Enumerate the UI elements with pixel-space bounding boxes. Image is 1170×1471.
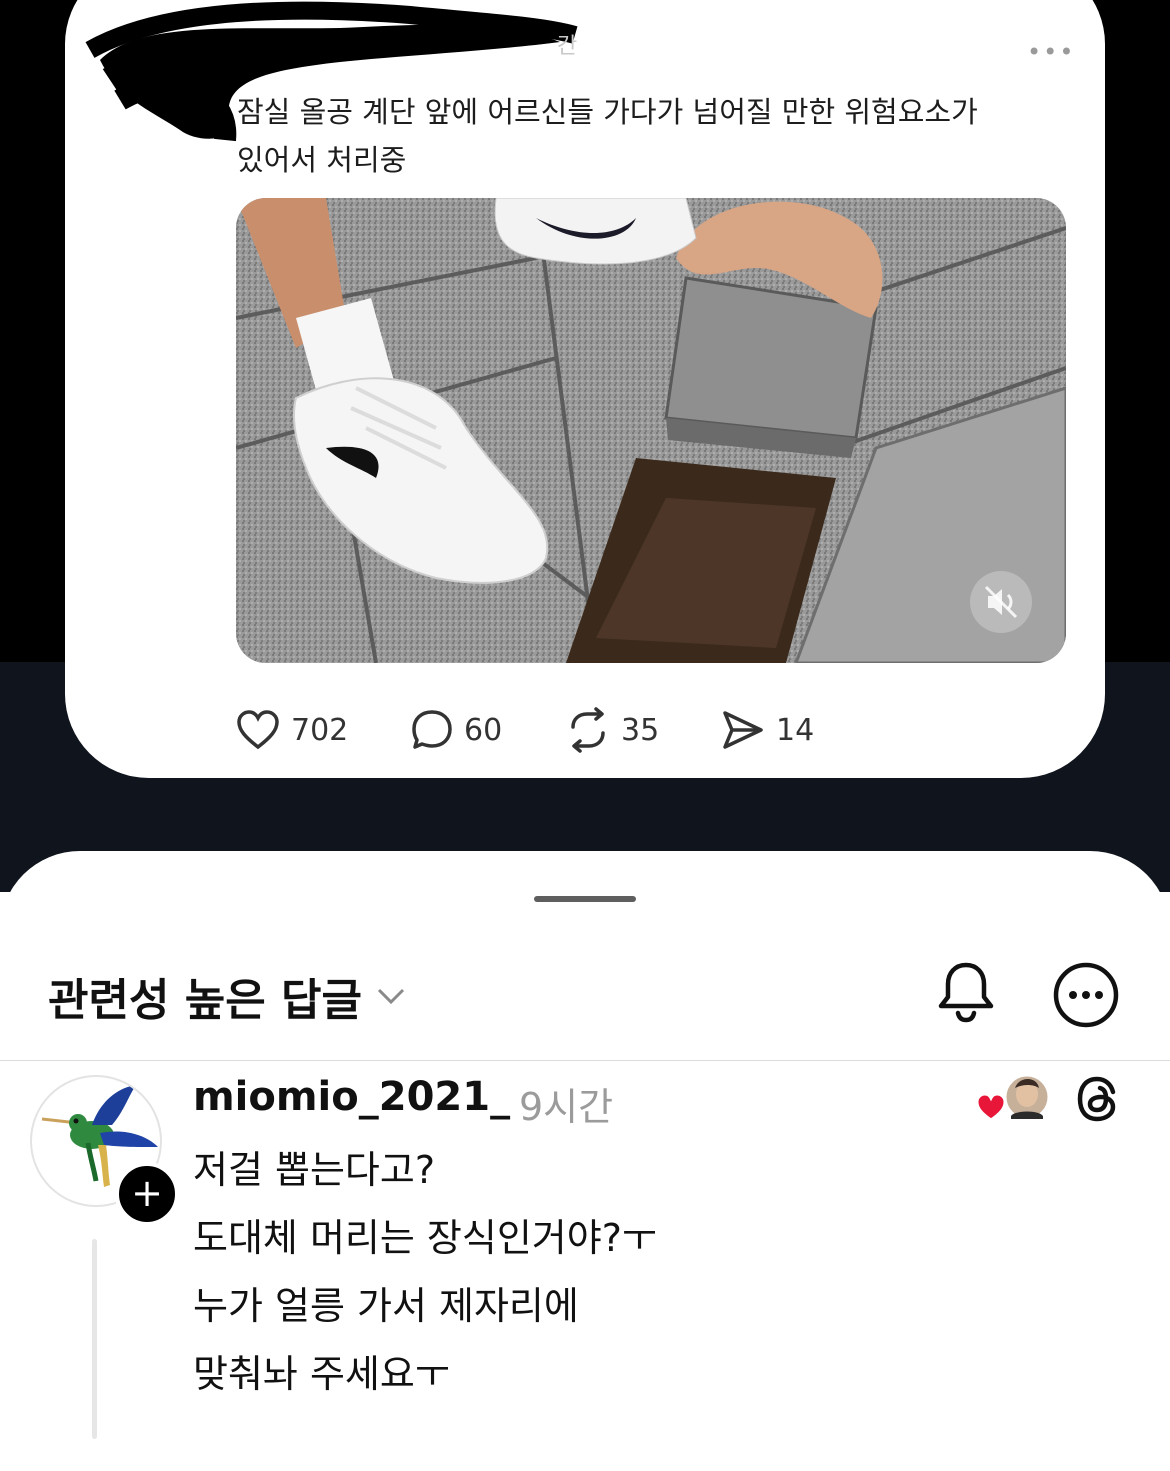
mute-button[interactable] <box>970 571 1032 633</box>
post-time: 간 <box>557 34 578 59</box>
mute-icon <box>984 585 1018 619</box>
post-actions: 702 60 35 14 <box>235 705 935 755</box>
header-divider <box>0 1060 1170 1061</box>
follow-button[interactable]: + <box>115 1162 179 1226</box>
post-text-line: 있어서 처리중 <box>237 143 407 177</box>
reply-text-line: 누가 얼릉 가서 제자리에 <box>193 1284 579 1328</box>
comment-icon <box>412 710 452 749</box>
share-icon <box>723 711 763 749</box>
repost-button[interactable]: 35 <box>565 705 659 755</box>
reply-text: 저걸 뽑는다고? 도대체 머리는 장식인거야?ㅜ 누가 얼릉 가서 제자리에 맞… <box>193 1136 657 1408</box>
bell-icon[interactable] <box>935 959 997 1025</box>
thread-line <box>92 1239 97 1439</box>
reply-text-line: 맞춰놔 주세요ㅜ <box>193 1352 450 1396</box>
chevron-down-icon <box>377 988 405 1005</box>
like-button[interactable]: 702 <box>235 705 348 755</box>
like-count: 702 <box>291 712 349 748</box>
threads-icon[interactable] <box>1075 1074 1121 1124</box>
replies-sheet: 관련성 높은 답글 + miomio_2021_ 9시간 저걸 뽑는다고? 도대… <box>0 851 1170 1471</box>
reply-username[interactable]: miomio_2021_ <box>193 1074 510 1120</box>
sort-selector[interactable]: 관련성 높은 답글 <box>48 964 406 1028</box>
reply-text-line: 저걸 뽑는다고? <box>193 1148 436 1192</box>
post-video[interactable] <box>236 198 1066 663</box>
share-button[interactable]: 14 <box>720 705 814 755</box>
sheet-grabber[interactable] <box>534 896 636 902</box>
post-more-icon[interactable]: ••• <box>1027 38 1075 66</box>
comment-count: 60 <box>464 712 503 748</box>
reply-time: 9시간 <box>519 1085 614 1129</box>
liked-by-author-badge[interactable] <box>975 1070 1055 1130</box>
share-count: 14 <box>776 712 815 748</box>
post-text-line: 잠실 올공 계단 앞에 어르신들 가다가 넘어질 만한 위험요소가 <box>237 95 978 129</box>
comment-button[interactable]: 60 <box>410 705 502 755</box>
more-icon[interactable] <box>1052 961 1120 1029</box>
post-text: 잠실 올공 계단 앞에 어르신들 가다가 넘어질 만한 위험요소가 있어서 처리… <box>237 88 1077 184</box>
quoted-post-card[interactable]: 간 ••• 잠실 올공 계단 앞에 어르신들 가다가 넘어질 만한 위험요소가 … <box>65 0 1105 778</box>
repost-count: 35 <box>621 712 660 748</box>
repost-icon <box>571 707 605 753</box>
reply-item: + miomio_2021_ 9시간 저걸 뽑는다고? 도대체 머리는 장식인거… <box>0 1066 1170 1446</box>
heart-icon <box>237 710 279 750</box>
video-frame-illustration <box>236 198 1066 663</box>
reply-text-line: 도대체 머리는 장식인거야?ㅜ <box>193 1216 657 1260</box>
sheet-title: 관련성 높은 답글 <box>48 975 362 1026</box>
